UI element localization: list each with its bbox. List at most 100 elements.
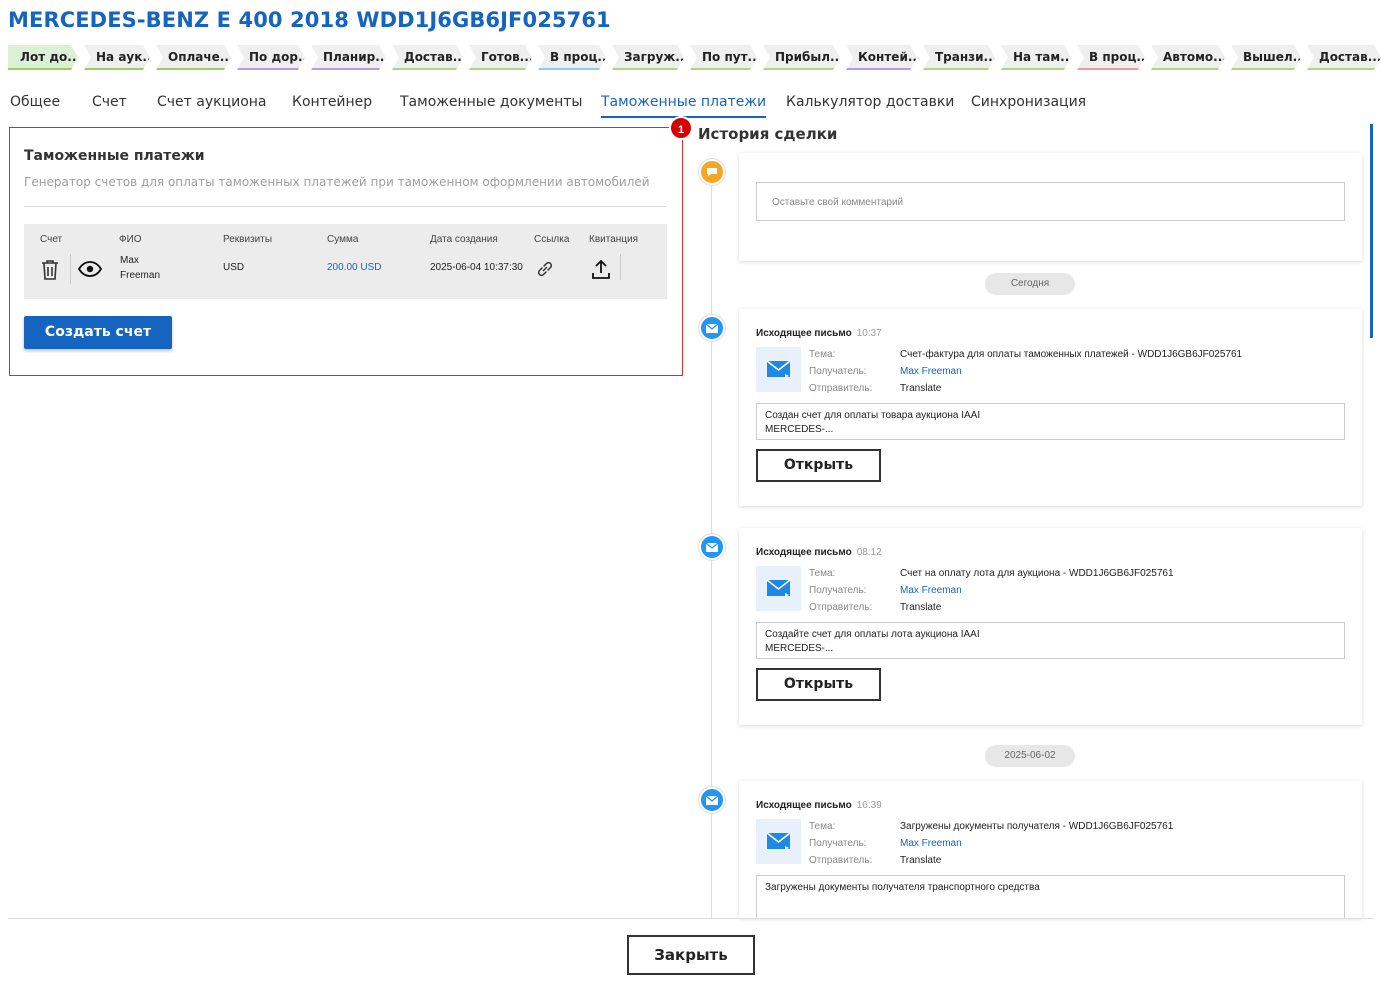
email-time: 16:39 <box>856 800 882 811</box>
stage-chip[interactable]: Автомо... <box>1151 45 1225 70</box>
upload-icon[interactable] <box>591 258 611 283</box>
stage-label: Транзи... <box>935 50 995 64</box>
email-subject: Загружены документы получателя - WDD1J6G… <box>900 821 1174 832</box>
email-time: 10:37 <box>856 328 882 339</box>
email-type: Исходящее письмо <box>756 800 852 811</box>
stage-label: На там... <box>1013 50 1071 64</box>
email-type: Исходящее письмо <box>756 328 852 339</box>
amount-value: 200.00 USD <box>327 262 382 273</box>
tab-delivery-calculator[interactable]: Калькулятор доставки <box>786 94 954 118</box>
email-sender: Translate <box>900 383 942 394</box>
step-badge: 1 <box>669 116 693 140</box>
stage-chip[interactable]: Вышел... <box>1231 45 1301 70</box>
mail-icon <box>699 315 725 341</box>
stage-chip[interactable]: Планир... <box>311 45 386 70</box>
email-time: 08:12 <box>856 547 882 558</box>
email-sender: Translate <box>900 602 942 613</box>
stage-label: В проц... <box>550 50 606 64</box>
tab-auction-invoice[interactable]: Счет аукциона <box>157 94 267 118</box>
column-header: Квитанция <box>589 234 639 245</box>
email-recipient-link[interactable]: Max Freeman <box>900 585 962 596</box>
stage-chip[interactable]: В проц... <box>1077 45 1145 70</box>
stage-chip[interactable]: В проц... <box>538 45 606 70</box>
stage-label: На аук... <box>96 50 147 64</box>
stage-chip[interactable]: На аук... <box>84 45 150 70</box>
stage-label: Прибыл... <box>775 50 840 64</box>
email-preview: Загружены документы получателя транспорт… <box>756 875 1345 918</box>
stage-chip[interactable]: Готов... <box>469 45 532 70</box>
stage-label: Достав... <box>1319 50 1381 64</box>
history-title: История сделки <box>698 125 838 143</box>
email-preview-line: Загружены документы получателя транспорт… <box>765 882 1040 893</box>
comment-input[interactable]: Оставьте свой комментарий <box>756 182 1345 221</box>
stage-label: Контей... <box>858 50 917 64</box>
panel-title: Таможенные платежи <box>24 148 205 164</box>
email-subject: Счет на оплату лота для аукциона - WDD1J… <box>900 568 1174 579</box>
column-header: Реквизиты <box>223 234 273 245</box>
stage-status-line <box>311 68 380 70</box>
email-preview: Создан счет для оплаты товара аукциона I… <box>756 403 1345 440</box>
stage-chip[interactable]: Оплаче... <box>156 45 231 70</box>
stage-progress-bar: Лот до... На аук... Оплаче... По дор... План… <box>8 45 1381 70</box>
stage-chip[interactable]: Транзи... <box>923 45 995 70</box>
stage-chip[interactable]: Достав... <box>1307 45 1381 70</box>
stage-status-line <box>392 68 457 70</box>
recipient-label: Получатель: <box>809 366 867 377</box>
client-name-last: Freeman <box>120 270 161 281</box>
open-email-button[interactable]: Открыть <box>756 668 881 701</box>
stage-label: Вышел... <box>1243 50 1301 64</box>
link-icon[interactable] <box>536 260 554 281</box>
tab-customs-documents[interactable]: Таможенные документы <box>400 94 582 118</box>
stage-label: Автомо... <box>1163 50 1225 64</box>
divider <box>70 254 71 284</box>
stage-chip[interactable]: Загруж... <box>612 45 684 70</box>
email-header: Исходящее письмо 16:39 <box>756 800 882 811</box>
tab-invoice[interactable]: Счет <box>92 94 127 118</box>
date-separator: Сегодня <box>985 273 1075 295</box>
eye-icon[interactable] <box>77 261 103 280</box>
email-preview-line: Создан счет для оплаты товара аукциона I… <box>765 410 981 421</box>
stage-status-line <box>763 68 834 70</box>
tab-general[interactable]: Общее <box>10 94 60 118</box>
stage-status-line <box>690 68 751 70</box>
tab-customs-payments[interactable]: Таможенные платежи <box>601 94 767 118</box>
stage-chip[interactable]: Достав... <box>392 45 463 70</box>
close-button[interactable]: Закрыть <box>627 935 755 975</box>
stage-label: Загруж... <box>624 50 684 64</box>
sender-label: Отправитель: <box>809 602 873 613</box>
trash-icon[interactable] <box>40 259 60 284</box>
tab-container[interactable]: Контейнер <box>292 94 372 118</box>
tab-sync[interactable]: Синхронизация <box>971 94 1086 118</box>
stage-status-line <box>846 68 911 70</box>
stage-status-line <box>1307 68 1375 70</box>
stage-label: Готов... <box>481 50 532 64</box>
client-name-first: Max <box>120 255 139 266</box>
stage-chip[interactable]: Лот до... <box>8 45 78 70</box>
stage-chip[interactable]: По пут... <box>690 45 757 70</box>
email-recipient-link[interactable]: Max Freeman <box>900 838 962 849</box>
stage-status-line <box>469 68 526 70</box>
recipient-label: Получатель: <box>809 585 867 596</box>
invoice-table: Счет ФИО Реквизиты Сумма Дата создания С… <box>24 224 667 299</box>
subject-label: Тема: <box>809 349 836 360</box>
stage-status-line <box>1077 68 1139 70</box>
comment-card: Оставьте свой комментарий <box>739 153 1362 261</box>
sender-label: Отправитель: <box>809 383 873 394</box>
create-invoice-button[interactable]: Создать счет <box>24 316 172 349</box>
panel-description: Генератор счетов для оплаты таможенных п… <box>24 175 650 189</box>
stage-chip[interactable]: Прибыл... <box>763 45 840 70</box>
email-recipient-link[interactable]: Max Freeman <box>900 366 962 377</box>
column-header: ФИО <box>119 234 142 245</box>
stage-chip[interactable]: По дор... <box>237 45 305 70</box>
scrollbar[interactable] <box>1370 124 1373 338</box>
stage-chip[interactable]: Контей... <box>846 45 917 70</box>
recipient-label: Получатель: <box>809 838 867 849</box>
email-preview-line: Создайте счет для оплаты лота аукциона I… <box>765 629 980 640</box>
stage-label: Лот до... <box>20 50 78 64</box>
stage-status-line <box>1231 68 1295 70</box>
stage-status-line <box>156 68 225 70</box>
stage-status-line <box>8 68 72 70</box>
email-card: Исходящее письмо 10:37 Тема: Счет-фактура… <box>739 309 1362 506</box>
stage-chip[interactable]: На там... <box>1001 45 1071 70</box>
open-email-button[interactable]: Открыть <box>756 449 881 482</box>
